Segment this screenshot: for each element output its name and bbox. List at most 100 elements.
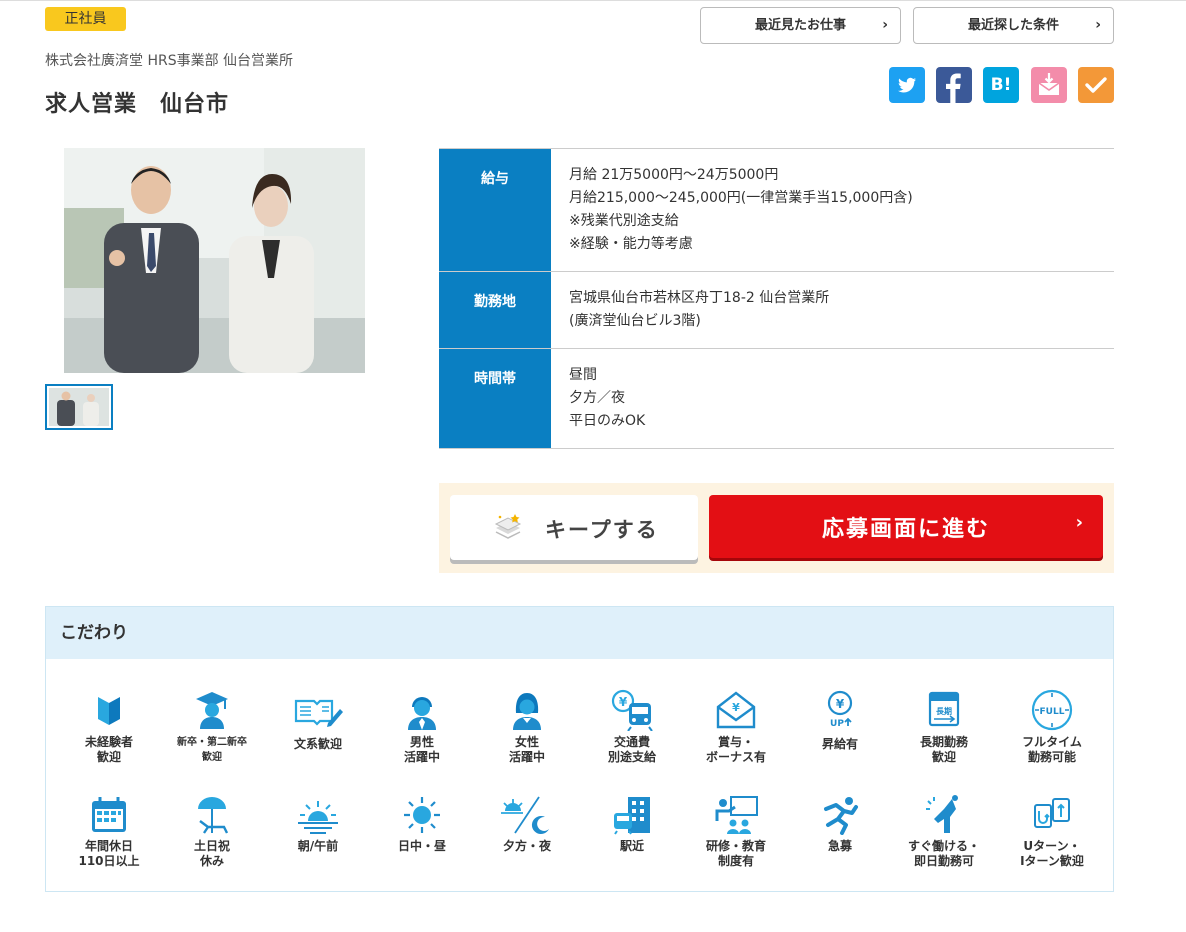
facebook-icon — [946, 73, 961, 103]
action-panel: キープする 応募画面に進む › — [439, 483, 1114, 573]
photo-thumbnail[interactable] — [45, 384, 113, 430]
feature-item: 日中・昼 — [369, 795, 475, 879]
feature-item: 駅近 — [579, 795, 685, 879]
recent-jobs-label: 最近見たお仕事 — [754, 18, 846, 33]
training-icon — [715, 796, 758, 834]
hours-line: 昼間 — [569, 367, 597, 383]
chevron-right-icon: › — [1075, 512, 1083, 533]
location-value: 宮城県仙台市若林区舟丁18-2 仙台営業所 (廣済堂仙台ビル3階) — [551, 272, 1114, 348]
keep-button[interactable]: キープする — [450, 495, 698, 560]
recent-search-label: 最近探した条件 — [967, 18, 1059, 33]
features-panel: こだわり 未経験者 歓迎 新卒・第二新卒 歓迎 文系歓迎 男性 活躍中 女性 活… — [45, 606, 1114, 892]
station-building-icon — [614, 797, 650, 835]
chevron-right-icon: › — [1095, 17, 1101, 33]
yen-up-icon: ¥ UP — [827, 690, 853, 729]
hours-line: 夕方／夜 — [569, 390, 625, 406]
salary-line: 月給 21万5000円～24万5000円 — [569, 167, 779, 183]
feature-label: 賞与・ ボーナス有 — [705, 735, 766, 764]
feature-item: FULL フルタイム 勤務可能 — [999, 689, 1105, 773]
immediate-icon — [926, 795, 958, 833]
sun-icon — [404, 797, 440, 833]
feature-label: 駅近 — [619, 839, 644, 853]
company-name: 株式会社廣済堂 HRS事業部 仙台営業所 — [45, 53, 294, 69]
woman-icon — [513, 693, 541, 730]
top-divider — [0, 0, 1186, 1]
svg-text:¥: ¥ — [836, 697, 845, 711]
twitter-share-button[interactable] — [889, 67, 925, 103]
feature-label: 研修・教育 制度有 — [705, 839, 766, 868]
feature-item: 研修・教育 制度有 — [683, 795, 789, 879]
twitter-icon — [898, 77, 916, 93]
feature-label: 朝/午前 — [297, 839, 339, 853]
feature-item: 未経験者 歓迎 — [56, 689, 162, 773]
office-workers-image — [64, 148, 365, 373]
feature-label: 急募 — [827, 839, 852, 853]
full-clock-icon: FULL — [1031, 689, 1073, 731]
feature-label: Uターン・ Iターン歓迎 — [1020, 839, 1084, 868]
feature-label: フルタイム 勤務可能 — [1022, 735, 1082, 764]
salary-value: 月給 21万5000円～24万5000円 月給215,000～245,000円(… — [551, 149, 1114, 271]
graduate-icon — [196, 692, 228, 729]
salary-line: 月給215,000～245,000円(一律営業手当15,000円含) — [569, 190, 913, 206]
feature-label: 土日祝 休み — [193, 839, 230, 868]
apply-label: 応募画面に進む — [821, 517, 990, 542]
feature-item: ¥ 交通費 別途支給 — [579, 689, 685, 773]
feature-item: 土日祝 休み — [159, 795, 265, 879]
feature-item: 女性 活躍中 — [474, 689, 580, 773]
feature-label: 女性 活躍中 — [508, 735, 545, 764]
feature-label: 未経験者 歓迎 — [84, 735, 133, 764]
salary-label: 給与 — [439, 149, 551, 271]
location-label: 勤務地 — [439, 272, 551, 348]
hours-label: 時間帯 — [439, 349, 551, 448]
salary-line: ※残業代別途支給 — [569, 213, 679, 229]
book-pen-icon — [294, 699, 343, 727]
hours-row: 時間帯 昼間 夕方／夜 平日のみOK — [439, 349, 1114, 449]
feature-item: 朝/午前 — [265, 795, 371, 879]
facebook-share-button[interactable] — [936, 67, 972, 103]
office-workers-thumbnail-image — [49, 388, 109, 426]
check-button[interactable] — [1078, 67, 1114, 103]
apply-button[interactable]: 応募画面に進む › — [709, 495, 1103, 558]
feature-item: Uターン・ Iターン歓迎 — [999, 795, 1105, 879]
check-icon — [1085, 77, 1107, 93]
recent-jobs-button[interactable]: 最近見たお仕事 › — [700, 7, 901, 44]
sunrise-icon — [298, 801, 338, 834]
chevron-right-icon: › — [882, 17, 888, 33]
feature-item: すぐ働ける・ 即日勤務可 — [891, 795, 997, 879]
feature-item: 男性 活躍中 — [369, 689, 475, 773]
svg-text:¥: ¥ — [732, 701, 740, 714]
feature-item: 新卒・第二新卒 歓迎 — [159, 689, 265, 773]
hours-line: 平日のみOK — [569, 413, 646, 429]
sun-moon-icon — [501, 796, 549, 835]
feature-label: すぐ働ける・ 即日勤務可 — [907, 839, 980, 868]
feature-item: ¥ UP 昇給有 — [787, 689, 893, 773]
feature-label: 年間休日 110日以上 — [78, 839, 140, 868]
feature-item: ¥ 賞与・ ボーナス有 — [683, 689, 789, 773]
salary-row: 給与 月給 21万5000円～24万5000円 月給215,000～245,00… — [439, 149, 1114, 272]
hatena-bookmark-icon: B! — [990, 75, 1012, 95]
recent-search-button[interactable]: 最近探した条件 › — [913, 7, 1114, 44]
feature-item: 文系歓迎 — [265, 689, 371, 773]
calendar-icon — [92, 797, 126, 832]
mail-share-button[interactable] — [1031, 67, 1067, 103]
feature-item: 夕方・夜 — [474, 795, 580, 879]
feature-label: 昇給有 — [821, 737, 858, 751]
feature-label: 男性 活躍中 — [403, 735, 440, 764]
feature-label: 交通費 別途支給 — [607, 735, 656, 764]
job-photo — [64, 148, 365, 373]
feature-item: 年間休日 110日以上 — [56, 795, 162, 879]
hatena-bookmark-button[interactable]: B! — [983, 67, 1019, 103]
feature-item: 急募 — [787, 795, 893, 879]
location-line: (廣済堂仙台ビル3階) — [569, 313, 701, 329]
bonus-envelope-icon: ¥ — [716, 691, 756, 729]
feature-label: 長期勤務 歓迎 — [919, 735, 968, 764]
salary-line: ※経験・能力等考慮 — [569, 236, 693, 252]
long-term-icon: 長期 — [928, 691, 960, 727]
feature-label: 新卒・第二新卒 歓迎 — [177, 737, 247, 763]
beginner-mark-icon — [98, 697, 120, 725]
keep-label: キープする — [545, 518, 659, 542]
beach-chair-icon — [198, 797, 229, 834]
feature-label: 日中・昼 — [397, 839, 446, 853]
running-icon — [824, 797, 858, 835]
feature-item: 長期 長期勤務 歓迎 — [891, 689, 997, 773]
